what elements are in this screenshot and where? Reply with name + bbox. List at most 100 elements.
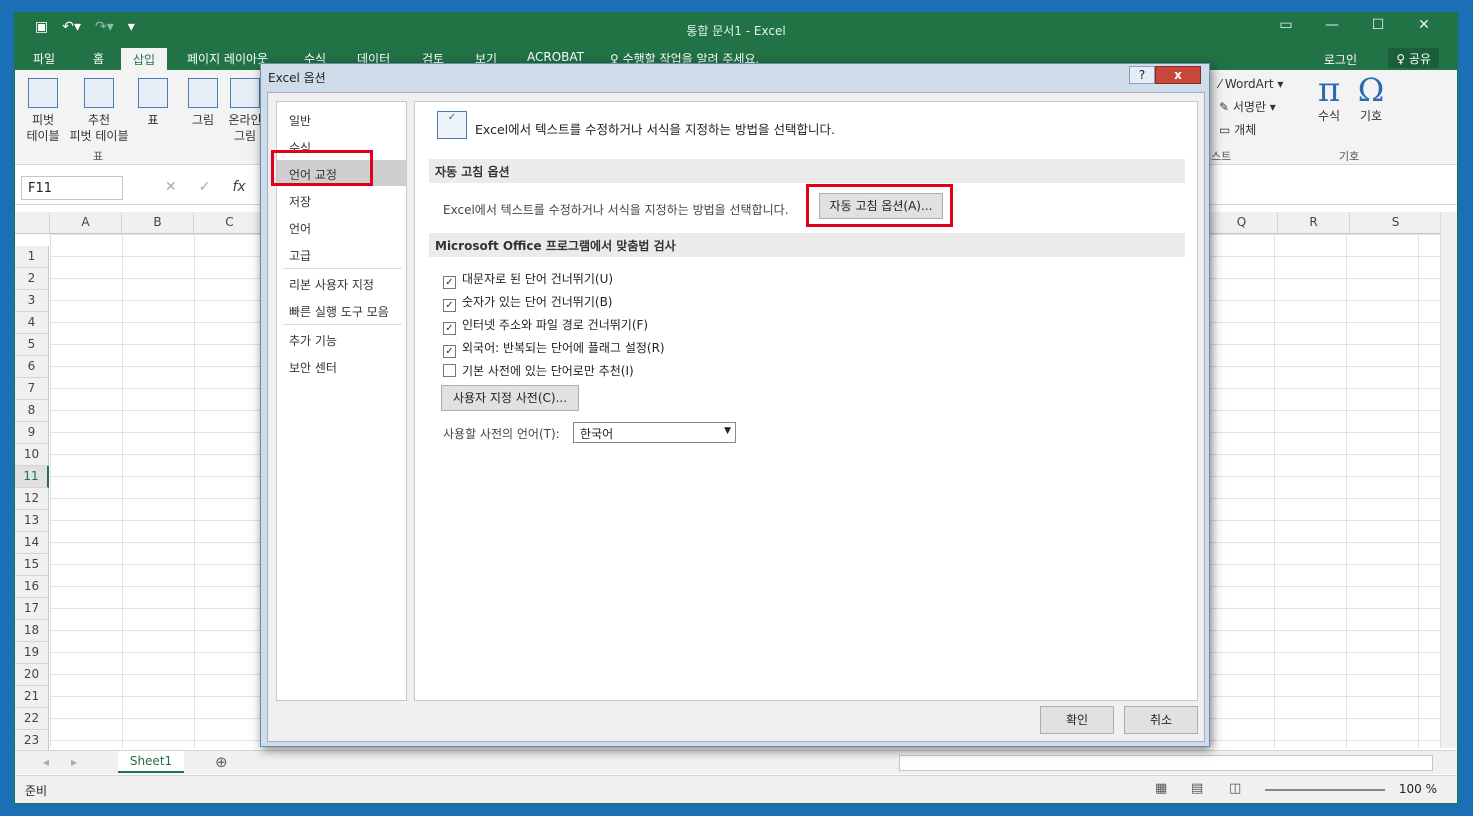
tab-insert[interactable]: 삽입	[121, 48, 168, 70]
dialog-close-button[interactable]: x	[1155, 66, 1201, 84]
vertical-scrollbar[interactable]	[1440, 212, 1457, 748]
row-header[interactable]: 11	[15, 466, 49, 488]
help-button[interactable]: ?	[1129, 66, 1155, 84]
row-header[interactable]: 23	[15, 730, 49, 752]
ignore-internet-checkbox[interactable]: ✓ 인터넷 주소와 파일 경로 건너뛰기(F)	[443, 316, 648, 335]
row-header[interactable]: 3	[15, 290, 49, 312]
row-header[interactable]: 5	[15, 334, 49, 356]
options-nav: 일반 수식 언어 교정 저장 언어 고급 리본 사용자 지정 빠른 실행 도구 …	[276, 101, 407, 701]
custom-dictionaries-button[interactable]: 사용자 지정 사전(C)...	[441, 385, 579, 411]
zoom-slider[interactable]	[1265, 789, 1385, 791]
group-label-text: 스트	[1211, 150, 1232, 163]
column-header[interactable]: R	[1278, 212, 1350, 234]
symbol-button[interactable]: Ω 기호	[1353, 72, 1389, 124]
horizontal-scrollbar[interactable]	[899, 755, 1433, 771]
dictionary-language-label: 사용할 사전의 언어(T):	[443, 427, 560, 441]
close-icon[interactable]: ✕	[1401, 17, 1447, 33]
page-break-view-icon[interactable]: ◫	[1229, 781, 1241, 796]
login-link[interactable]: 로그인	[1324, 51, 1357, 68]
row-header[interactable]: 17	[15, 598, 49, 620]
column-header[interactable]: Q	[1206, 212, 1278, 234]
enter-icon[interactable]: ✓	[199, 179, 211, 195]
recommended-pivot-button[interactable]: 추천 피벗 테이블	[65, 78, 133, 144]
signature-label: 서명란 ▾	[1232, 100, 1276, 114]
nav-language[interactable]: 언어	[277, 214, 406, 240]
row-header[interactable]: 19	[15, 642, 49, 664]
row-header[interactable]: 20	[15, 664, 49, 686]
row-header[interactable]: 22	[15, 708, 49, 730]
row-header[interactable]: 6	[15, 356, 49, 378]
add-sheet-icon[interactable]: ⊕	[215, 753, 228, 771]
signature-line-button[interactable]: ✎ 서명란 ▾	[1219, 99, 1276, 115]
checkbox-icon: ✓	[443, 322, 456, 335]
cancel-icon[interactable]: ✕	[165, 179, 177, 195]
row-header[interactable]: 18	[15, 620, 49, 642]
table-button[interactable]: 표	[135, 78, 171, 128]
formula-icons: ✕ ✓ fx	[165, 179, 246, 195]
sheet-nav-next-icon[interactable]: ▸	[71, 755, 77, 769]
fx-icon[interactable]: fx	[232, 179, 245, 195]
nav-divider	[283, 268, 402, 269]
tab-home[interactable]: 홈	[93, 50, 104, 67]
online-picture-icon	[230, 78, 260, 108]
sheet-tab[interactable]: Sheet1	[118, 751, 184, 773]
row-header[interactable]: 14	[15, 532, 49, 554]
row-header[interactable]: 2	[15, 268, 49, 290]
flag-repeated-checkbox[interactable]: ✓ 외국어: 반복되는 단어에 플래그 설정(R)	[443, 339, 665, 358]
row-header[interactable]: 21	[15, 686, 49, 708]
ignore-uppercase-checkbox[interactable]: ✓ 대문자로 된 단어 건너뛰기(U)	[443, 270, 613, 289]
row-header[interactable]: 12	[15, 488, 49, 510]
picture-button[interactable]: 그림	[185, 78, 221, 128]
row-header[interactable]: 15	[15, 554, 49, 576]
row-header[interactable]: 7	[15, 378, 49, 400]
object-button[interactable]: ▭ 개체	[1219, 122, 1256, 138]
minimize-icon[interactable]: —	[1309, 17, 1355, 33]
column-header[interactable]: S	[1350, 212, 1442, 234]
tab-acrobat[interactable]: ACROBAT	[527, 50, 584, 64]
tab-page-layout[interactable]: 페이지 레이아웃	[187, 50, 268, 67]
page-layout-view-icon[interactable]: ▤	[1191, 781, 1203, 796]
zoom-level[interactable]: 100 %	[1399, 782, 1437, 796]
row-header[interactable]: 1	[15, 246, 49, 268]
ribbon-display-icon[interactable]: ▭	[1263, 17, 1309, 33]
chevron-down-icon: ▼	[724, 426, 731, 436]
cancel-button[interactable]: 취소	[1124, 706, 1198, 734]
nav-general[interactable]: 일반	[277, 106, 406, 132]
table-icon	[138, 78, 168, 108]
nav-quick-access[interactable]: 빠른 실행 도구 모음	[277, 297, 406, 323]
wordart-label: WordArt ▾	[1224, 77, 1284, 91]
name-box[interactable]: F11	[21, 176, 123, 200]
wordart-button[interactable]: ⁄ WordArt ▾	[1219, 76, 1283, 92]
group-label-table: 표	[93, 150, 104, 163]
pivot-table-button[interactable]: 피벗 테이블	[23, 78, 63, 144]
ok-button[interactable]: 확인	[1040, 706, 1114, 734]
recommended-pivot-icon	[84, 78, 114, 108]
row-header[interactable]: 8	[15, 400, 49, 422]
row-header[interactable]: 13	[15, 510, 49, 532]
share-button[interactable]: ♀ 공유	[1388, 48, 1439, 68]
nav-customize-ribbon[interactable]: 리본 사용자 지정	[277, 270, 406, 296]
nav-trust-center[interactable]: 보안 센터	[277, 353, 406, 379]
nav-add-ins[interactable]: 추가 기능	[277, 326, 406, 352]
nav-save[interactable]: 저장	[277, 187, 406, 213]
pivot-table-icon	[28, 78, 58, 108]
main-dict-only-checkbox[interactable]: 기본 사전에 있는 단어로만 추천(I)	[443, 362, 634, 379]
dictionary-language-select[interactable]: 한국어 ▼	[573, 422, 736, 443]
tab-file[interactable]: 파일	[33, 50, 55, 67]
online-picture-button[interactable]: 온라인 그림	[225, 78, 265, 144]
nav-advanced[interactable]: 고급	[277, 241, 406, 267]
normal-view-icon[interactable]: ▦	[1155, 781, 1167, 796]
maximize-icon[interactable]: ☐	[1355, 17, 1401, 33]
autocorrect-section-title: 자동 고침 옵션	[429, 159, 1185, 183]
row-header[interactable]: 9	[15, 422, 49, 444]
row-header[interactable]: 10	[15, 444, 49, 466]
row-header[interactable]: 4	[15, 312, 49, 334]
sheet-nav-prev-icon[interactable]: ◂	[43, 755, 49, 769]
equation-button[interactable]: π 수식	[1311, 72, 1347, 124]
column-header[interactable]: A	[50, 212, 122, 234]
column-header[interactable]: C	[194, 212, 266, 234]
ignore-numbers-checkbox[interactable]: ✓ 숫자가 있는 단어 건너뛰기(B)	[443, 293, 612, 312]
select-all-corner[interactable]	[15, 212, 50, 234]
column-header[interactable]: B	[122, 212, 194, 234]
row-header[interactable]: 16	[15, 576, 49, 598]
